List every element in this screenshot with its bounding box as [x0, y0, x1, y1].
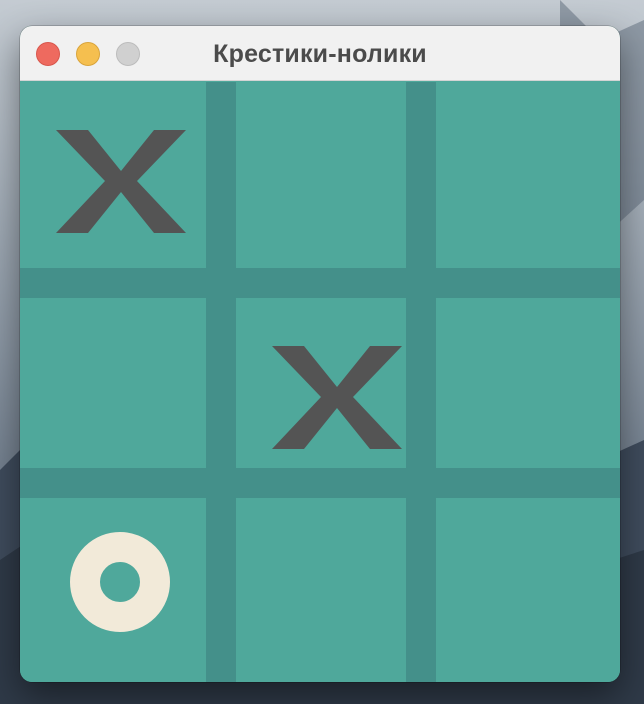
title-bar: Крестики-нолики — [20, 26, 620, 81]
x-mark-icon — [272, 346, 402, 449]
cell-r3-c3[interactable] — [436, 498, 620, 682]
cell-r2-c1[interactable] — [20, 298, 206, 484]
x-mark-icon — [56, 130, 186, 233]
cell-r2-c2[interactable] — [236, 298, 422, 484]
o-mark-icon — [70, 532, 170, 632]
game-board — [20, 82, 620, 682]
window-title: Крестики-нолики — [213, 40, 427, 68]
cell-r1-c1[interactable] — [20, 82, 206, 268]
cell-r2-c3[interactable] — [436, 298, 620, 484]
cell-r3-c2[interactable] — [236, 498, 422, 682]
cell-r3-c1[interactable] — [20, 498, 206, 682]
game-window: Крестики-нолики — [20, 26, 620, 682]
grid-line-vertical-1 — [206, 82, 236, 682]
grid-line-horizontal-1 — [20, 268, 620, 298]
cell-r1-c2[interactable] — [236, 82, 422, 268]
cell-r1-c3[interactable] — [436, 82, 620, 268]
